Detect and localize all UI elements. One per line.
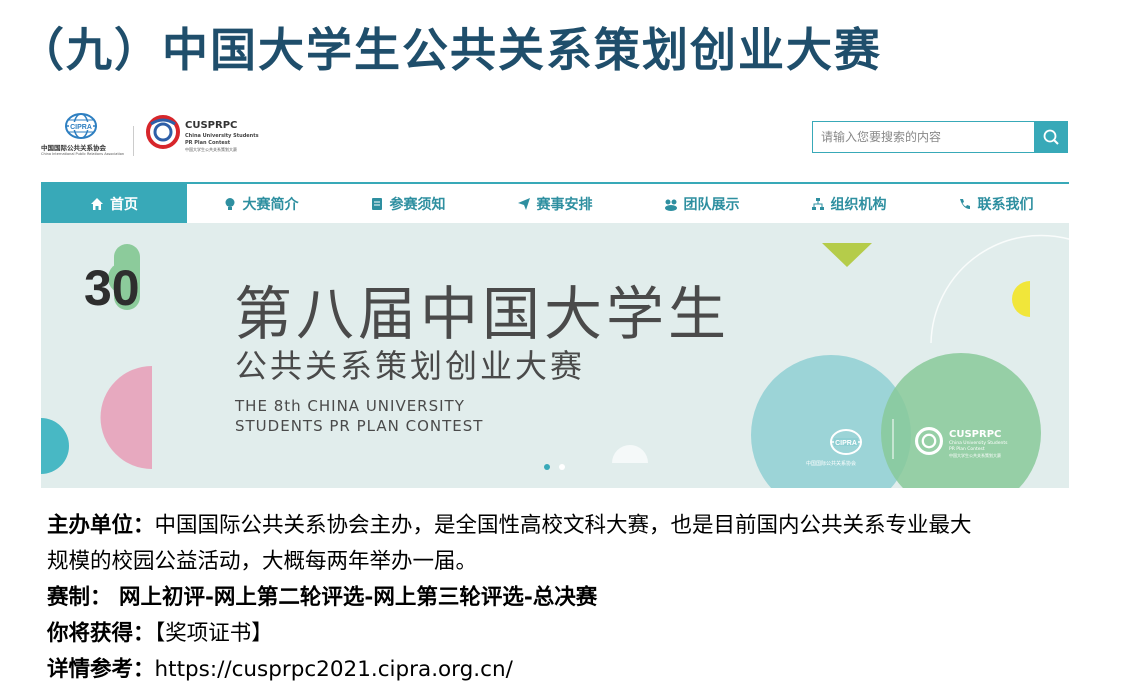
cusprpc-en-line1: China University Students xyxy=(185,133,259,139)
nav-label: 组织机构 xyxy=(830,196,887,213)
nav-item-intro[interactable]: 大赛简介 xyxy=(187,184,334,223)
nav-item-teams[interactable]: 团队展示 xyxy=(628,184,775,223)
cipra-name-en: China International Public Relations Ass… xyxy=(41,152,125,156)
anniversary-badge-number: 30 xyxy=(84,260,140,316)
search-input[interactable] xyxy=(813,122,1049,152)
nav-label: 参赛须知 xyxy=(389,196,446,213)
carousel-dot-active[interactable] xyxy=(544,464,550,470)
banner-cusprpc-en1: China University Students xyxy=(949,441,1008,446)
website-screenshot: CIPRA 中国国际公共关系协会 China International Pub… xyxy=(41,98,1069,490)
banner-cusprpc-short: CUSPRPC xyxy=(949,429,1002,440)
nav-item-contact[interactable]: 联系我们 xyxy=(922,184,1069,223)
organizer-line-2: 规模的校园公益活动，大概每两年举办一届。 xyxy=(47,544,1137,580)
banner-title-cn: 第八届中国大学生 xyxy=(234,280,731,348)
main-nav: 首页 大赛简介 参赛须知 赛事安排 团队展示 组织机构 联系我们 xyxy=(41,182,1069,223)
format-text: 网上初评-网上第二轮评选-网上第三轮评选-总决赛 xyxy=(111,585,598,610)
banner-cusprpc-cn: 中国大学生公共关系策划大赛 xyxy=(949,453,1001,458)
nav-label: 团队展示 xyxy=(683,196,740,213)
banner-cipra-cn: 中国国际公共关系协会 xyxy=(806,461,857,467)
details-line: 详情参考：https://cusprpc2021.cipra.org.cn/ xyxy=(47,652,1137,688)
org-chart-icon xyxy=(811,197,824,210)
banner-cipra-short: CIPRA xyxy=(835,440,857,447)
team-icon xyxy=(664,199,677,211)
document-icon xyxy=(371,197,382,210)
details-url[interactable]: https://cusprpc2021.cipra.org.cn/ xyxy=(155,657,513,682)
cipra-name-cn: 中国国际公共关系协会 xyxy=(41,144,106,152)
organizer-label: 主办单位： xyxy=(47,513,155,538)
banner-cusprpc-en2: PR Plan Contest xyxy=(949,447,985,452)
lightbulb-icon xyxy=(225,197,234,210)
logo-divider xyxy=(133,126,134,156)
cusprpc-mark-icon xyxy=(915,427,943,455)
home-icon xyxy=(91,197,103,210)
banner-subtitle-cn: 公共关系策划创业大赛 xyxy=(235,347,586,385)
cipra-logo[interactable]: CIPRA 中国国际公共关系协会 China International Pub… xyxy=(41,112,125,160)
banner-cipra-logo: CIPRA 中国国际公共关系协会 xyxy=(806,428,886,468)
search-button[interactable] xyxy=(1034,122,1067,152)
cusprpc-cn: 中国大学生公共关系策划大赛 xyxy=(185,147,237,152)
banner-cusprpc-logo: CUSPRPC China University Students PR Pla… xyxy=(913,425,1033,465)
nav-label: 赛事安排 xyxy=(536,196,593,213)
hero-banner[interactable]: 30 第八届中国大学生 公共关系策划创业大赛 THE 8th CHINA UNI… xyxy=(41,223,1069,488)
banner-title-en-line1: THE 8th CHINA UNIVERSITY xyxy=(235,397,465,415)
globe-icon: CIPRA xyxy=(830,429,862,455)
banner-title-en-line2: STUDENTS PR PLAN CONTEST xyxy=(235,417,484,435)
cusprpc-mark-icon xyxy=(146,115,180,149)
paper-plane-icon xyxy=(517,197,530,210)
details-label: 详情参考： xyxy=(47,657,155,682)
search-icon xyxy=(1043,129,1059,145)
cusprpc-en-line2: PR Plan Contest xyxy=(185,140,231,146)
nav-label: 首页 xyxy=(110,196,138,213)
cusprpc-logo[interactable]: CUSPRPC China University Students PR Pla… xyxy=(145,114,285,158)
organizer-text-2: 规模的校园公益活动，大概每两年举办一届。 xyxy=(47,549,478,574)
nav-item-organization[interactable]: 组织机构 xyxy=(775,184,922,223)
contest-description: 主办单位：中国国际公共关系协会主办，是全国性高校文科大赛，也是目前国内公共关系专… xyxy=(47,508,1137,688)
format-line: 赛制： 网上初评-网上第二轮评选-网上第三轮评选-总决赛 xyxy=(47,580,1137,616)
organizer-text-1: 中国国际公共关系协会主办，是全国性高校文科大赛，也是目前国内公共关系专业最大 xyxy=(154,513,972,538)
carousel-dot[interactable] xyxy=(559,464,565,470)
organizer-line: 主办单位：中国国际公共关系协会主办，是全国性高校文科大赛，也是目前国内公共关系专… xyxy=(47,508,1137,544)
slide-title: （九）中国大学生公共关系策划创业大赛 xyxy=(18,23,882,77)
reward-text: 【奖项证书】 xyxy=(154,621,273,646)
format-label: 赛制： xyxy=(47,585,112,610)
nav-label: 联系我们 xyxy=(977,196,1034,213)
nav-item-schedule[interactable]: 赛事安排 xyxy=(481,184,628,223)
search-box xyxy=(812,121,1068,153)
reward-label: 你将获得： xyxy=(47,621,155,646)
reward-line: 你将获得：【奖项证书】 xyxy=(47,616,1137,652)
globe-icon: CIPRA xyxy=(65,113,97,139)
cipra-short-label: CIPRA xyxy=(70,124,92,131)
phone-icon xyxy=(959,198,970,209)
nav-item-home[interactable]: 首页 xyxy=(41,184,187,223)
nav-label: 大赛简介 xyxy=(242,196,299,213)
nav-item-rules[interactable]: 参赛须知 xyxy=(334,184,481,223)
cusprpc-short-label: CUSPRPC xyxy=(185,120,238,131)
